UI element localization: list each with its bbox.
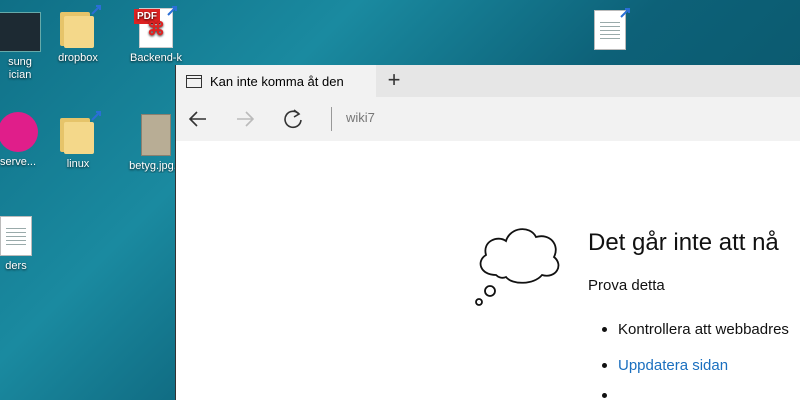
desktop-icon-label: linux xyxy=(66,158,90,170)
suggestion-text: Kontrollera att webbadres xyxy=(618,321,789,338)
thought-cloud-icon xyxy=(475,228,560,306)
tab-strip: Kan inte komma åt den + xyxy=(176,65,800,97)
error-page: Det går inte att nå Prova detta Kontroll… xyxy=(176,141,800,400)
back-arrow-icon[interactable] xyxy=(184,105,212,133)
forward-arrow-icon[interactable] xyxy=(231,105,259,133)
new-tab-button[interactable]: + xyxy=(382,69,406,93)
navigation-bar: wiki7 xyxy=(176,97,800,142)
address-bar[interactable]: wiki7 xyxy=(346,110,375,125)
suggestion-item: Uppdatera sidan xyxy=(588,357,728,374)
try-this-heading: Prova detta xyxy=(588,277,665,294)
tab-active[interactable]: Kan inte komma åt den xyxy=(176,65,376,97)
folder-icon xyxy=(60,5,101,48)
desktop-icon-label: Backend-k xyxy=(130,52,182,64)
refresh-page-link[interactable]: Uppdatera sidan xyxy=(618,357,728,374)
document-icon xyxy=(0,216,32,256)
desktop-icon-dropbox[interactable]: dropbox xyxy=(40,5,116,65)
document-icon xyxy=(594,8,630,50)
folder-icon xyxy=(60,111,101,154)
pdf-file-icon: PDF ⌘ xyxy=(134,6,177,48)
error-title: Det går inte att nå xyxy=(588,229,779,256)
suggestion-item: Kontrollera att webbadres xyxy=(588,321,789,338)
bullet xyxy=(602,363,607,368)
bullet xyxy=(602,327,607,332)
image-file-icon xyxy=(141,114,171,156)
desktop-icon-document[interactable] xyxy=(572,8,648,50)
refresh-icon[interactable] xyxy=(279,105,307,133)
desktop-icon-ders[interactable]: ders xyxy=(0,216,54,273)
suggestion-item xyxy=(588,393,618,398)
address-separator xyxy=(331,107,332,131)
page-icon xyxy=(186,74,202,88)
desktop-icon-backend-pdf[interactable]: PDF ⌘ Backend-k xyxy=(118,6,194,65)
bullet xyxy=(602,393,607,398)
desktop-icon-linux[interactable]: linux xyxy=(40,111,116,171)
tab-title: Kan inte komma åt den xyxy=(210,73,344,89)
app-icon xyxy=(0,112,38,152)
app-icon xyxy=(0,12,41,52)
browser-window: Kan inte komma åt den + wiki7 Det går in… xyxy=(175,65,800,400)
desktop-icon-label: dropbox xyxy=(58,52,98,64)
desktop-icon-label: ders xyxy=(5,260,27,272)
